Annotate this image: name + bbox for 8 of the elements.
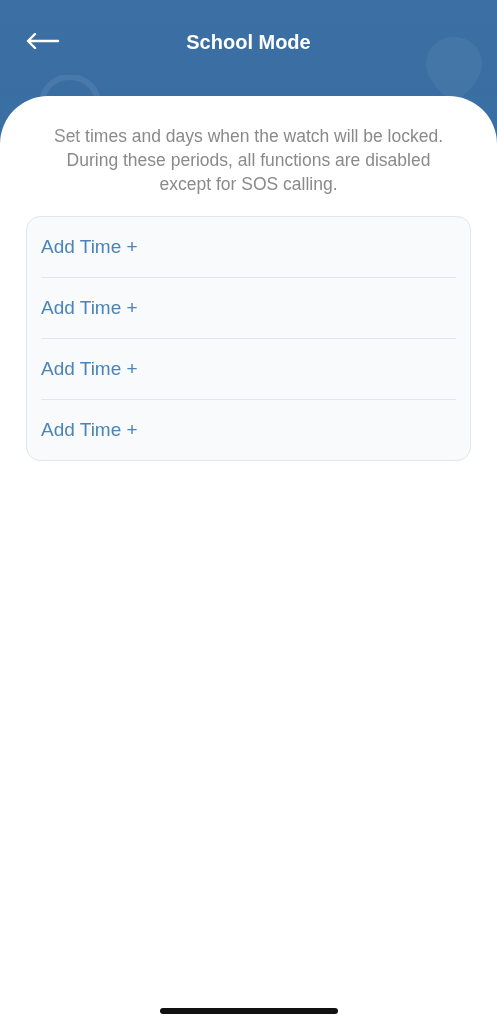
back-arrow-icon xyxy=(26,33,60,49)
add-time-link[interactable]: Add Time + xyxy=(41,236,138,258)
add-time-link[interactable]: Add Time + xyxy=(41,358,138,380)
add-time-link[interactable]: Add Time + xyxy=(41,297,138,319)
back-button[interactable] xyxy=(26,32,62,50)
add-time-link[interactable]: Add Time + xyxy=(41,419,138,441)
screen-title: School Mode xyxy=(185,30,312,54)
description-text: Set times and days when the watch will be locked. During these periods, all functions are disabled except for SOS calling. xyxy=(52,125,445,196)
